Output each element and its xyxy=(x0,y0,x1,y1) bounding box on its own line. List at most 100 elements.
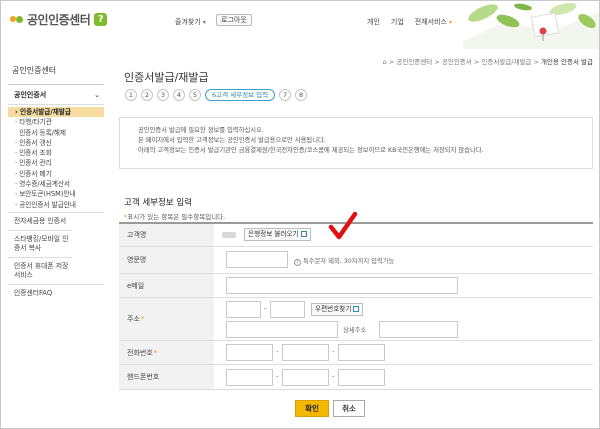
address-input[interactable] xyxy=(226,321,338,338)
step-4: 4 xyxy=(173,89,185,101)
sidebar-item-receipt[interactable]: · 영수증/세금계산서 xyxy=(8,179,104,189)
phone-input-1[interactable] xyxy=(226,344,273,361)
chevron-down-icon: ⌄ xyxy=(94,90,100,99)
eng-name-input[interactable] xyxy=(226,251,288,268)
zip-search-label: 우편번호찾기 xyxy=(315,305,352,313)
sidebar-item-other-bank[interactable]: · 타행/타기관 xyxy=(8,117,104,127)
row-phone: 전화번호 * - - xyxy=(119,341,593,365)
step-8: 8 xyxy=(295,89,308,101)
sidebar-item-inquiry[interactable]: · 인증서 조회 xyxy=(8,148,104,158)
dash: - xyxy=(276,373,279,381)
required-star: * xyxy=(140,315,145,323)
sidebar-item-guide[interactable]: · 공인인증서 발급안내 xyxy=(8,200,104,210)
zip-search-button[interactable]: 우편번호찾기 xyxy=(311,303,364,316)
email-label: e메일 xyxy=(119,274,214,297)
sidebar-link-mobile-copy[interactable]: 스타뱅킹/모바일 인증서 복사 xyxy=(8,229,72,257)
step-2: 2 xyxy=(141,89,153,101)
mobile-input-2[interactable] xyxy=(282,369,329,386)
sidebar-item-hsm[interactable]: · 보안토큰(HSM)안내 xyxy=(8,189,104,199)
phone-input-2[interactable] xyxy=(282,344,329,361)
required-star: * xyxy=(153,348,158,357)
row-eng-name: 영문명 i 특수문자 제외, 30자까지 입력가능 xyxy=(119,247,593,274)
breadcrumb-sep: > xyxy=(388,58,395,66)
address-label: 주소 * xyxy=(119,298,214,340)
breadcrumb-item[interactable]: 인증서발급/재발급 xyxy=(481,58,531,66)
detail-address-input[interactable] xyxy=(379,321,458,338)
breadcrumb-item[interactable]: 공인인증서 xyxy=(442,58,472,66)
top-nav: 개인 기업 전체서비스 ▾ xyxy=(367,17,452,27)
logo-text: 공인인증센터 xyxy=(27,13,91,27)
mobile-input-3[interactable] xyxy=(338,369,385,386)
nav-all-services[interactable]: 전체서비스 ▾ xyxy=(415,17,452,27)
breadcrumb-sep: > xyxy=(434,58,440,66)
sidebar-item-label: 공인인증서 발급안내 xyxy=(19,200,76,209)
help-icon[interactable]: ? xyxy=(94,13,108,26)
cancel-button[interactable]: 취소 xyxy=(333,400,365,417)
load-bank-info-button[interactable]: 은행정보 불러오기 xyxy=(244,228,311,241)
sidebar-item-issue[interactable]: › 인증서발급/재발급 xyxy=(8,107,104,118)
step-indicator: 1 2 3 4 5 6고객 세부정보 입력 7 8 xyxy=(125,89,308,101)
notice-item: 본 페이지에서 입력한 고객정보는 공인인증서 발급용으로만 사용됩니다. xyxy=(134,136,584,146)
mobile-input-1[interactable] xyxy=(226,369,273,386)
sidebar-item-label: 인증서 관리 xyxy=(19,159,52,168)
form-buttons: 확인 취소 xyxy=(295,400,365,417)
sidebar-item-register[interactable]: 인증서 등록/해제 xyxy=(8,128,104,138)
page-title: 인증서발급/재발급 xyxy=(124,71,209,84)
logo[interactable]: 공인인증센터 ? xyxy=(10,11,108,28)
chevron-down-icon: ▾ xyxy=(202,18,206,26)
sidebar-item-label: 인증서 조회 xyxy=(19,149,52,158)
dash: - xyxy=(276,348,279,356)
required-note: *표시가 있는 항목은 필수항목입니다. xyxy=(124,211,225,221)
sidebar-title: 공인인증센터 xyxy=(8,61,104,85)
sidebar-item-label: 보안토큰(HSM)안내 xyxy=(19,190,76,199)
address-label-text: 주소 xyxy=(127,315,140,323)
dash: - xyxy=(332,373,335,381)
breadcrumb-sep: > xyxy=(473,58,480,66)
favorites-menu[interactable]: 즐겨찾기 ▾ xyxy=(175,17,206,27)
site-header: 공인인증센터 ? 즐겨찾기 ▾ 로그아웃 개인 기업 전체서비스 ▾ xyxy=(1,1,599,49)
logout-button[interactable]: 로그아웃 xyxy=(216,14,252,26)
nav-personal[interactable]: 개인 xyxy=(367,17,380,27)
zip-input-2[interactable] xyxy=(270,301,305,318)
external-window-icon xyxy=(300,231,307,237)
browser-frame: 공인인증센터 ? 즐겨찾기 ▾ 로그아웃 개인 기업 전체서비스 ▾ 공인인증센… xyxy=(0,0,600,429)
dash: - xyxy=(264,305,267,313)
row-address: 주소 * - 우편번호찾기 상세주소 xyxy=(119,298,593,341)
info-icon: i xyxy=(294,259,301,266)
sidebar-section-certificate[interactable]: 공인인증서 ⌄ xyxy=(8,85,104,105)
phone-label-text: 전화번호 xyxy=(127,348,153,357)
breadcrumb-item[interactable]: 공인인증센터 xyxy=(396,58,432,66)
nav-corporate[interactable]: 기업 xyxy=(391,17,404,27)
eng-name-label: 영문명 xyxy=(119,247,214,273)
sidebar-item-revoke[interactable]: · 인증서 폐기 xyxy=(8,169,104,179)
sidebar-submenu: › 인증서발급/재발급 · 타행/타기관 인증서 등록/해제 · 인증서 갱신 … xyxy=(8,105,104,212)
step-5: 5 xyxy=(189,89,201,101)
phone-input-3[interactable] xyxy=(338,344,385,361)
required-note-text: 표시가 있는 항목은 필수항목입니다. xyxy=(127,213,226,221)
sidebar-item-renew[interactable]: · 인증서 갱신 xyxy=(8,138,104,148)
step-1: 1 xyxy=(125,89,137,101)
chevron-down-icon: ▾ xyxy=(448,19,452,26)
step-7: 7 xyxy=(279,89,292,101)
nav-all-services-label: 전체서비스 xyxy=(414,18,447,26)
notice-item: 공인인증서 발급에 필요한 정보를 입력하십시오. xyxy=(134,126,584,136)
sidebar-link-phone-save[interactable]: 인증서 휴대폰 저장서비스 xyxy=(8,256,72,284)
sidebar-link-tax[interactable]: 전자세금용 인증서 xyxy=(8,211,104,230)
sidebar-link-faq[interactable]: 인증센터FAQ xyxy=(8,283,104,302)
sidebar-item-manage[interactable]: · 인증서 관리 xyxy=(8,158,104,168)
email-input[interactable] xyxy=(226,277,458,294)
eng-name-hint-text: 특수문자 제외, 30자까지 입력가능 xyxy=(303,258,395,265)
sidebar-item-label: 인증서 폐기 xyxy=(19,169,52,178)
detail-address-label: 상세주소 xyxy=(343,327,367,334)
sidebar-item-label: 인증서 등록/해제 xyxy=(19,128,66,137)
sidebar-item-label: 인증서 갱신 xyxy=(19,138,52,147)
step-3: 3 xyxy=(157,89,169,101)
notice-item: 아래의 고객정보는 인증서 발급기관인 금융결제원/한국전자인증/코스콤에 제공… xyxy=(134,146,584,156)
eng-name-hint: i 특수문자 제외, 30자까지 입력가능 xyxy=(294,256,394,266)
confirm-button[interactable]: 확인 xyxy=(295,400,329,417)
dash: - xyxy=(332,348,335,356)
zip-input-1[interactable] xyxy=(226,301,261,318)
load-bank-info-label: 은행정보 불러오기 xyxy=(248,230,299,238)
home-icon[interactable]: ⌂ xyxy=(383,58,387,66)
customer-info-form: 고객명 은행정보 불러오기 영문명 i 특수문자 제외, 30자까지 입력가능 e xyxy=(119,222,593,390)
